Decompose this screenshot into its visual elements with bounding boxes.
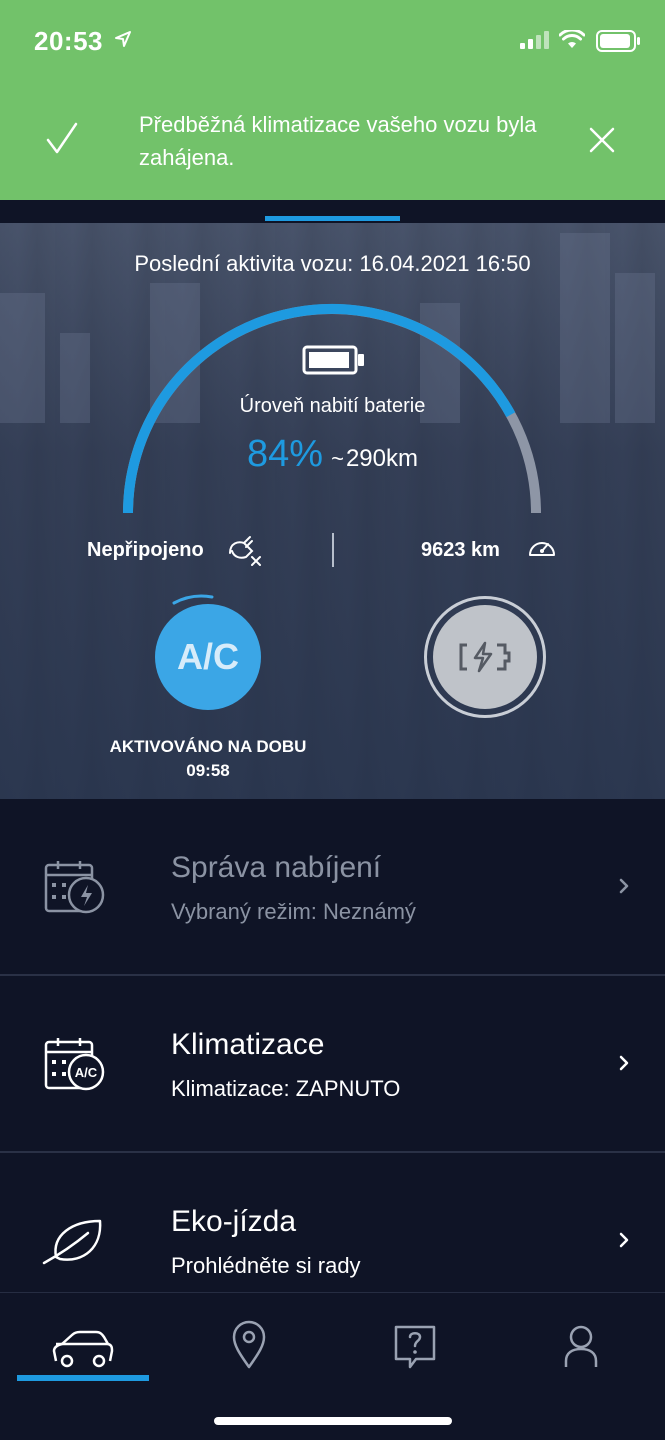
ac-status-text: AKTIVOVÁNO NA DOBU 09:58	[60, 735, 356, 783]
banner-message: Předběžná klimatizace vašeho vozu byla z…	[139, 112, 537, 170]
nav-item-help[interactable]	[370, 1313, 460, 1383]
charging-calendar-icon	[44, 861, 105, 914]
list-item-title: Eko-jízda	[171, 1205, 297, 1238]
status-divider	[332, 533, 334, 567]
help-icon	[394, 1325, 436, 1369]
nav-item-map[interactable]	[204, 1313, 294, 1383]
feature-list: Správa nabíjení Vybraný režim: Neznámý A…	[0, 799, 665, 1330]
nav-item-profile[interactable]	[536, 1313, 626, 1383]
nav-item-vehicle[interactable]	[38, 1313, 128, 1383]
odometer: 9623 km	[421, 539, 500, 561]
cellular-signal-icon	[520, 31, 549, 49]
chevron-right-icon	[619, 1055, 629, 1071]
ac-timer: 09:58	[186, 761, 230, 780]
ac-toggle-button[interactable]: A/C	[155, 604, 261, 710]
list-item-title: Klimatizace	[171, 1028, 325, 1061]
battery-values: 84% ~290km	[0, 433, 665, 476]
charge-button-inner	[433, 605, 537, 709]
plug-status: Nepřipojeno	[87, 539, 204, 561]
battery-status-icon	[596, 30, 640, 52]
status-time: 20:53	[34, 26, 103, 56]
state-of-charge: 84%	[247, 433, 324, 475]
check-icon	[46, 122, 78, 154]
list-item-climate[interactable]: A/C Klimatizace Klimatizace: ZAPNUTO	[0, 976, 665, 1153]
speedometer-icon	[529, 542, 555, 556]
vehicle-status-panel: Poslední aktivita vozu: 16.04.2021 16:50…	[0, 223, 665, 799]
car-icon	[52, 1330, 114, 1368]
ac-status-line1: AKTIVOVÁNO NA DOBU	[109, 737, 307, 756]
unplugged-icon	[229, 536, 261, 566]
svg-text:A/C: A/C	[75, 1065, 98, 1080]
last-activity-text: Poslední aktivita vozu: 16.04.2021 16:50	[134, 251, 531, 276]
battery-charge-icon	[459, 641, 511, 673]
location-arrow-icon	[115, 31, 131, 47]
leaf-icon	[42, 1219, 102, 1265]
range-tilde: ~	[331, 446, 344, 471]
location-pin-icon	[232, 1320, 266, 1369]
nav-active-indicator	[17, 1375, 149, 1381]
battery-level-label: Úroveň nabití baterie	[239, 395, 426, 417]
charge-button[interactable]	[424, 596, 546, 718]
list-item-title: Správa nabíjení	[171, 851, 382, 884]
list-item-subtitle: Klimatizace: ZAPNUTO	[171, 1076, 401, 1101]
list-item-subtitle: Prohlédněte si rady	[171, 1253, 361, 1278]
active-tab-indicator	[265, 216, 400, 221]
top-tab-strip	[0, 200, 665, 223]
profile-icon	[564, 1325, 598, 1367]
notification-banner: 20:53 Předběžná klimatizace vašeho vozu …	[0, 0, 665, 200]
range-value: 290km	[345, 445, 418, 472]
battery-icon	[302, 345, 364, 375]
bottom-navigation	[0, 1292, 665, 1440]
chevron-right-icon	[619, 1232, 629, 1248]
list-item-charging[interactable]: Správa nabíjení Vybraný režim: Neznámý	[0, 799, 665, 976]
list-item-subtitle: Vybraný režim: Neznámý	[171, 899, 416, 924]
chevron-right-icon	[619, 878, 629, 894]
climate-calendar-icon: A/C	[44, 1038, 105, 1091]
wifi-icon	[559, 30, 585, 48]
close-icon[interactable]	[588, 126, 616, 154]
home-indicator[interactable]	[214, 1417, 452, 1425]
